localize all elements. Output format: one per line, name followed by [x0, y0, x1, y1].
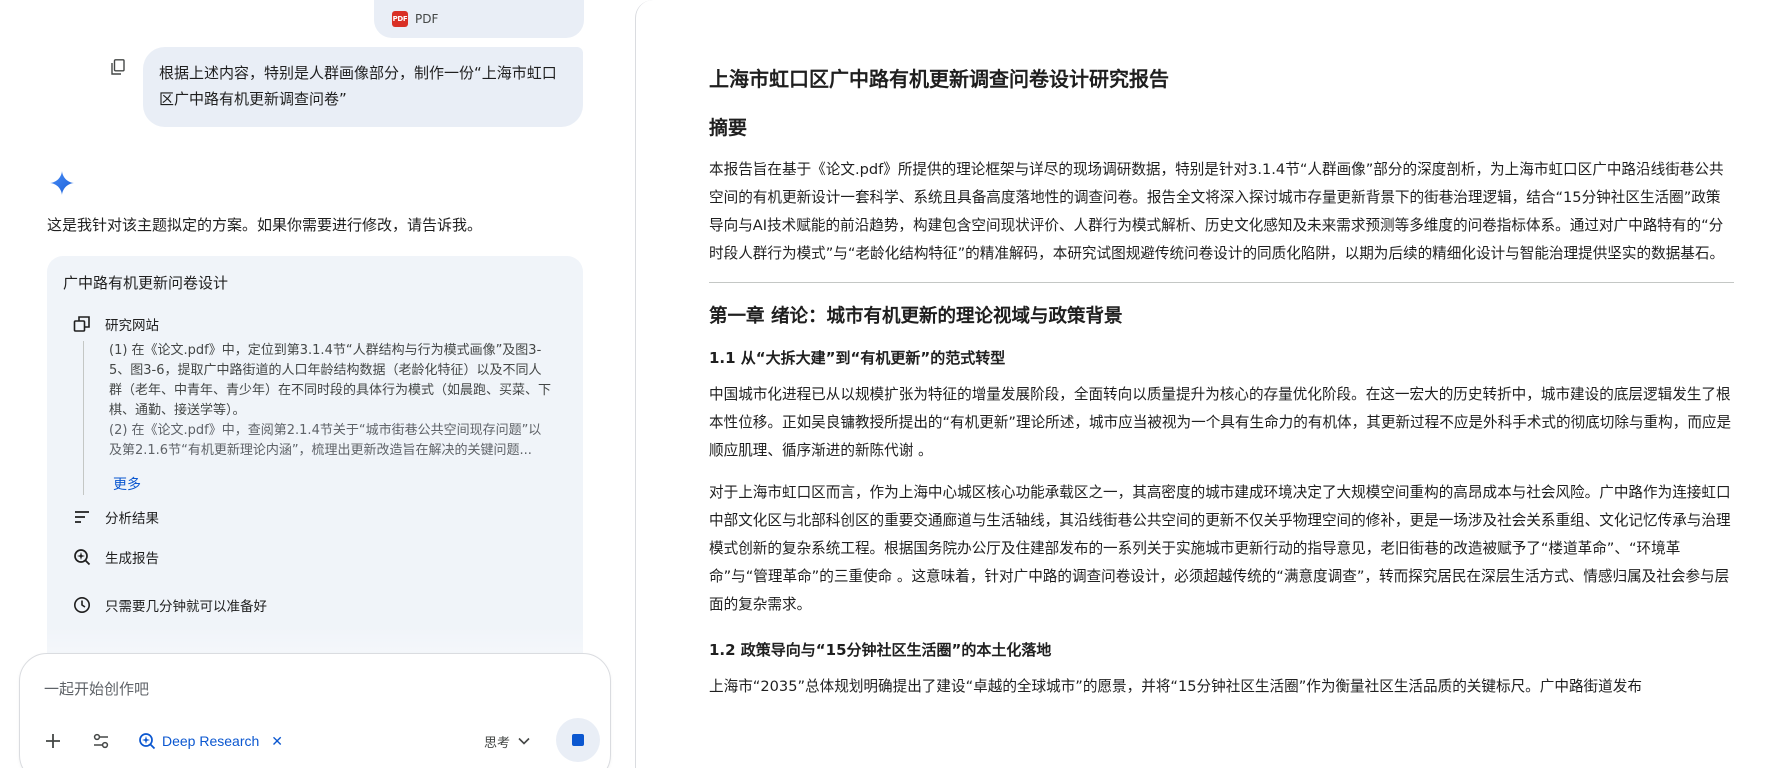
deep-research-chip[interactable]: Deep Research ✕: [138, 726, 283, 756]
tools-button[interactable]: [88, 728, 114, 754]
pdf-file-icon: PDF: [392, 11, 408, 27]
report-content: 上海市虹口区广中路有机更新调查问卷设计研究报告 摘要 本报告旨在基于《论文.pd…: [709, 64, 1734, 715]
think-mode-dropdown[interactable]: 思考: [484, 726, 530, 756]
step-generate-report[interactable]: 生成报告: [73, 547, 159, 567]
stop-button[interactable]: [556, 718, 600, 762]
tools-sliders-icon: [93, 733, 109, 749]
step-label: 生成报告: [105, 551, 159, 567]
add-button[interactable]: [40, 728, 66, 754]
attachment-label: PDF: [415, 12, 439, 26]
body-paragraph: 上海市“2035”总体规划明确提出了建设“卓越的全球城市”的愿景，并将“15分钟…: [709, 678, 1642, 695]
close-icon[interactable]: ✕: [271, 733, 283, 750]
more-link[interactable]: 更多: [113, 474, 141, 494]
copy-icon[interactable]: [111, 59, 125, 75]
section-divider: [709, 282, 1734, 283]
section-heading: 1.2 政策导向与“15分钟社区生活圈”的本土化落地: [709, 641, 1052, 659]
input-toolbar: Deep Research ✕ 思考: [20, 716, 610, 766]
gemini-sparkle-icon: [50, 171, 74, 195]
clock-icon: [74, 597, 90, 613]
body-paragraph: 对于上海市虹口区而言，作为上海中心城区核心功能承载区之一，其高密度的城市建成环境…: [709, 484, 1731, 613]
step-research-websites[interactable]: 研究网站: [73, 314, 159, 334]
chevron-down-icon: [518, 737, 530, 745]
research-step-details: (1) 在《论文.pdf》中，定位到第3.1.4节“人群结构与行为模式画像”及图…: [83, 341, 553, 495]
assistant-intro: 这是我针对该主题拟定的方案。如果你需要进行修改，请告诉我。: [47, 216, 483, 234]
step-analyze-results[interactable]: 分析结果: [73, 507, 159, 527]
plan-title: 广中路有机更新问卷设计: [63, 274, 229, 292]
user-message: 根据上述内容，特别是人群画像部分，制作一份“上海市虹口区广中路有机更新调查问卷”: [143, 47, 583, 127]
abstract-paragraph: 本报告旨在基于《论文.pdf》所提供的理论框架与详尽的现场调研数据，特别是针对3…: [709, 161, 1725, 262]
chapter-heading: 第一章 绪论：城市有机更新的理论视域与政策背景: [709, 306, 1123, 327]
detail-item: (2) 在《论文.pdf》中，查阅第2.1.4节关于“城市街巷公共空间现存问题”…: [109, 423, 542, 458]
report-title: 上海市虹口区广中路有机更新调查问卷设计研究报告: [709, 67, 1169, 91]
step-label: 研究网站: [105, 318, 159, 334]
body-paragraph: 中国城市化进程已从以规模扩张为特征的增量发展阶段，全面转向以质量提升为核心的存量…: [709, 386, 1732, 459]
eta-row: 只需要几分钟就可以准备好: [73, 595, 267, 615]
plus-icon: [46, 734, 60, 748]
attachment-chip[interactable]: PDF PDF: [374, 0, 584, 38]
step-label: 分析结果: [105, 511, 159, 527]
analyze-results-icon: [75, 511, 89, 523]
section-heading: 1.1 从“大拆大建”到“有机更新”的范式转型: [709, 349, 1006, 367]
eta-label: 只需要几分钟就可以准备好: [105, 599, 267, 615]
research-websites-icon: [73, 316, 90, 332]
deep-research-icon: [139, 733, 156, 750]
generate-report-icon: [74, 549, 91, 566]
stop-icon: [572, 734, 584, 746]
prompt-input-box[interactable]: 一起开始创作吧 Deep Research ✕ 思考: [19, 653, 611, 768]
research-plan-card: 广中路有机更新问卷设计 研究网站 (1) 在《论文.pdf》中，定位到第3.1.…: [47, 256, 583, 716]
prompt-input[interactable]: 一起开始创作吧: [44, 678, 149, 699]
detail-item: (1) 在《论文.pdf》中，定位到第3.1.4节“人群结构与行为模式画像”及图…: [109, 343, 552, 418]
app-window: PDF PDF 根据上述内容，特别是人群画像部分，制作一份“上海市虹口区广中路有…: [0, 0, 1769, 768]
chat-panel: PDF PDF 根据上述内容，特别是人群画像部分，制作一份“上海市虹口区广中路有…: [0, 0, 635, 768]
abstract-heading: 摘要: [709, 117, 748, 139]
think-label: 思考: [484, 735, 511, 751]
report-document-panel: 上海市虹口区广中路有机更新调查问卷设计研究报告 摘要 本报告旨在基于《论文.pd…: [635, 0, 1769, 768]
deep-research-label: Deep Research: [162, 733, 260, 749]
